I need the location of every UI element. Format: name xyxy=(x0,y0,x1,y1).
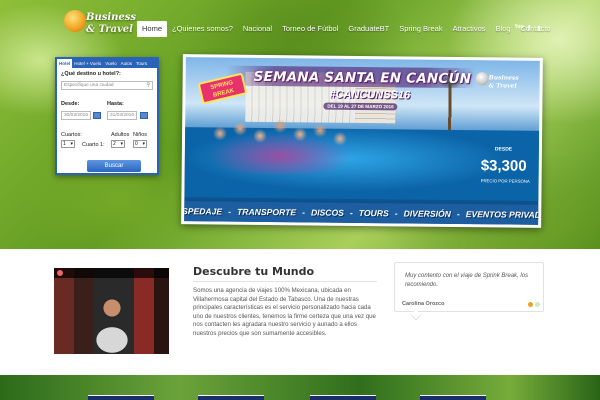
gallery-thumb[interactable] xyxy=(310,395,376,400)
separator: - xyxy=(302,207,306,218)
nav-torneo-futbol[interactable]: Torneo de Fútbol xyxy=(277,21,343,37)
pager-dot[interactable] xyxy=(535,302,540,307)
service-discos: DISCOS xyxy=(310,207,344,218)
testimonial-text: Muy contento con el viaje de Sprink Brea… xyxy=(405,273,529,288)
price-value: $3,300 xyxy=(480,157,527,175)
promo-dates: DEL 19 AL 27 DE MARZO 2016 xyxy=(323,102,398,111)
booking-tabs: Hotel Hotel + Vuelo Vuelo Autos Tours xyxy=(57,59,157,68)
destination-input[interactable]: Especifique una ciudad ⚲ xyxy=(61,81,153,90)
about-body: Somos una agencia de viajes 100% Mexican… xyxy=(193,287,376,337)
main-nav: Home ¿Quienes somos? Nacional Torneo de … xyxy=(137,21,556,37)
price-label: DESDE xyxy=(494,146,513,153)
nav-atractivos[interactable]: Atractivos xyxy=(448,21,491,37)
logo-text-line1: Business xyxy=(86,12,137,23)
testimonial-pager xyxy=(526,302,540,307)
pager-dot-active[interactable] xyxy=(528,302,533,307)
nav-quienes-somos[interactable]: ¿Quienes somos? xyxy=(167,21,238,37)
service-diversion: DIVERSIÓN xyxy=(403,208,451,219)
balloon-icon xyxy=(64,10,86,32)
channel-avatar-icon xyxy=(57,270,63,276)
spring-break-badge: SPRING BREAK xyxy=(197,72,248,105)
destination-placeholder: Especifique una ciudad xyxy=(64,83,114,88)
separator: - xyxy=(456,208,460,220)
rooms-label: Cuartos: xyxy=(61,132,82,138)
children-label: Niños xyxy=(133,132,148,138)
promo-title: SEMANA SANTA EN CANCÚN xyxy=(253,68,472,88)
separator: - xyxy=(228,206,232,217)
divider xyxy=(193,281,377,282)
tab-vuelo[interactable]: Vuelo xyxy=(103,59,118,68)
crowd-of-people xyxy=(204,113,356,175)
balloon-icon xyxy=(475,72,489,86)
adults-label: Adultos xyxy=(111,132,130,138)
youtube-icon[interactable]: You xyxy=(514,24,524,33)
video-title-bar xyxy=(54,268,169,278)
promo-logo-line1: Business xyxy=(488,74,519,82)
services-bar: HOSPEDAJE - TRANSPORTE - DISCOS - TOURS … xyxy=(184,201,540,225)
to-label: Hasta: xyxy=(107,101,124,107)
nav-graduatebt[interactable]: GraduateBT xyxy=(343,21,394,37)
testimonial-author: Carolina Orozco xyxy=(402,301,445,307)
calendar-icon[interactable] xyxy=(140,112,148,119)
calendar-icon[interactable] xyxy=(93,112,101,119)
tab-hotel-vuelo[interactable]: Hotel + Vuelo xyxy=(72,59,103,68)
promo-hashtag: #CANCUNSS16 xyxy=(329,88,411,102)
service-eventos-privados: EVENTOS PRIVADOS xyxy=(465,209,540,221)
service-tours: TOURS xyxy=(358,207,389,219)
from-label: Desde: xyxy=(61,101,80,107)
to-date-value: 31/03/2016 xyxy=(110,113,135,118)
nav-spring-break[interactable]: Spring Break xyxy=(394,21,447,37)
nav-blog[interactable]: Blog xyxy=(491,21,516,37)
service-hospedaje: HOSPEDAJE xyxy=(184,205,223,217)
room1-label: Cuarto 1: xyxy=(82,142,105,148)
gallery-thumb[interactable] xyxy=(198,395,264,400)
search-button[interactable]: Buscar xyxy=(87,160,141,172)
about-title: Descubre tu Mundo xyxy=(193,265,315,278)
price-per-person: PRECIO POR PERSONA xyxy=(480,178,530,184)
destination-label: ¿Qué destino u hotel?: xyxy=(61,71,121,77)
video-thumbnail xyxy=(54,268,169,354)
social-links: You f t xyxy=(514,24,544,33)
gallery-thumb[interactable] xyxy=(88,395,154,400)
separator: - xyxy=(394,208,398,219)
from-date-value: 30/03/2016 xyxy=(64,113,89,118)
tab-hotel[interactable]: Hotel xyxy=(57,59,73,68)
from-date-input[interactable]: 30/03/2016 xyxy=(61,111,91,120)
promo-banner[interactable]: SPRING BREAK SEMANA SANTA EN CANCÚN #CAN… xyxy=(181,54,543,228)
adults-select[interactable]: 2 xyxy=(111,140,125,148)
booking-widget: Hotel Hotel + Vuelo Vuelo Autos Tours ¿Q… xyxy=(55,57,159,175)
promo-logo-line2: & Travel xyxy=(488,82,517,90)
separator: - xyxy=(349,207,353,218)
promo-image: SPRING BREAK SEMANA SANTA EN CANCÚN #CAN… xyxy=(184,57,540,225)
twitter-icon[interactable]: t xyxy=(534,24,544,33)
nav-nacional[interactable]: Nacional xyxy=(238,21,277,37)
to-date-input[interactable]: 31/03/2016 xyxy=(107,111,137,120)
children-select[interactable]: 0 xyxy=(133,140,147,148)
tab-autos[interactable]: Autos xyxy=(119,59,135,68)
gallery-thumb[interactable] xyxy=(420,395,486,400)
video-player[interactable] xyxy=(54,268,169,354)
rooms-select[interactable]: 1 xyxy=(61,140,75,148)
nav-home[interactable]: Home xyxy=(137,21,168,37)
service-transporte: TRANSPORTE xyxy=(236,206,297,218)
tab-tours[interactable]: Tours xyxy=(134,59,149,68)
logo-text-line2: & Travel xyxy=(86,24,133,35)
search-icon: ⚲ xyxy=(146,82,150,88)
facebook-icon[interactable]: f xyxy=(524,24,534,33)
